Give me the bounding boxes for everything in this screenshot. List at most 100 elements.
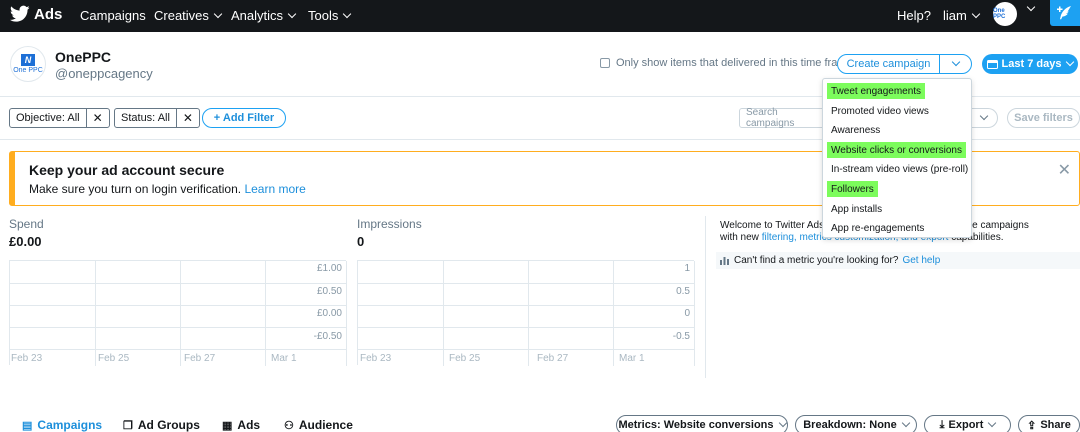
- gridline: [265, 261, 266, 366]
- menu-item-awareness[interactable]: Awareness: [827, 122, 884, 138]
- welcome-line2-prefix: with new: [720, 232, 759, 243]
- nav-tools-label: Tools: [308, 8, 339, 23]
- chevron-down-icon: [1066, 57, 1075, 67]
- y-tick: 0.5: [676, 286, 690, 297]
- get-help-link[interactable]: Get help: [902, 255, 940, 266]
- create-campaign-button[interactable]: Create campaign: [837, 54, 940, 74]
- chevron-down-icon: [988, 418, 997, 428]
- tab-audience[interactable]: ⚇ Audience: [284, 418, 353, 432]
- learn-more-link[interactable]: Learn more: [244, 182, 305, 196]
- chevron-down-icon: [979, 111, 988, 121]
- y-tick: 1: [684, 263, 690, 274]
- y-tick: 0: [684, 308, 690, 319]
- impressions-value: 0: [357, 234, 365, 249]
- gridline: [358, 327, 695, 328]
- account-logo: N One PPC: [10, 46, 46, 82]
- filtering-link[interactable]: filtering,: [762, 232, 797, 243]
- chevron-down-icon: [213, 9, 223, 18]
- only-show-delivered-toggle[interactable]: Only show items that delivered in this t…: [600, 57, 853, 69]
- nav-help[interactable]: Help?: [897, 8, 931, 23]
- metrics-selector[interactable]: Metrics: Website conversions: [616, 415, 788, 432]
- x-tick: Feb 23: [360, 353, 392, 364]
- nav-analytics[interactable]: Analytics: [231, 8, 297, 23]
- chevron-down-icon: [1026, 2, 1036, 12]
- nav-tools[interactable]: Tools: [308, 8, 352, 23]
- tab-campaigns[interactable]: ▤ Campaigns: [22, 418, 102, 432]
- close-icon[interactable]: ✕: [1058, 160, 1071, 180]
- nav-campaigns[interactable]: Campaigns: [80, 8, 146, 23]
- nav-campaigns-label: Campaigns: [80, 8, 146, 23]
- spend-label: Spend: [9, 217, 44, 231]
- ad-groups-icon: ❐: [123, 419, 133, 432]
- twitter-bird-icon: [10, 5, 30, 22]
- menu-item-app-reengagements[interactable]: App re-engagements: [827, 220, 928, 236]
- breakdown-selector-label: Breakdown: None: [803, 419, 897, 431]
- metric-help-text: Can't find a metric you're looking for?: [734, 255, 899, 266]
- tab-ads[interactable]: ▦ Ads: [222, 418, 260, 432]
- chevron-down-icon: [971, 9, 981, 18]
- chevron-down-icon: [901, 418, 910, 428]
- panel-divider: [705, 216, 706, 378]
- gridline: [95, 261, 96, 366]
- gridline: [358, 305, 695, 306]
- feather-compose-icon: [1057, 6, 1071, 20]
- search-input[interactable]: Search campaigns: [739, 107, 829, 129]
- y-tick: -£0.50: [313, 331, 342, 342]
- save-filters-button[interactable]: Save filters: [1007, 108, 1080, 128]
- status-filter-chip[interactable]: Status: All ✕: [114, 108, 200, 128]
- nav-analytics-label: Analytics: [231, 8, 284, 23]
- nav-creatives-label: Creatives: [154, 8, 209, 23]
- compose-button[interactable]: [1050, 0, 1080, 26]
- menu-item-instream-video-views[interactable]: In-stream video views (pre-roll): [827, 161, 972, 177]
- checkbox[interactable]: [600, 58, 610, 68]
- add-filter-button[interactable]: + Add Filter: [202, 108, 286, 128]
- account-logo-text: One PPC: [13, 67, 43, 74]
- alert-text: Make sure you turn on login verification…: [29, 182, 306, 196]
- metric-help-bar: Can't find a metric you're looking for? …: [716, 252, 1080, 269]
- avatar-logo-text: One PPC: [993, 8, 1006, 20]
- tab-ad-groups[interactable]: ❐ Ad Groups: [123, 418, 200, 432]
- objective-filter-chip[interactable]: Objective: All ✕: [9, 108, 110, 128]
- share-label: Share: [1040, 419, 1071, 431]
- menu-item-promoted-video-views[interactable]: Promoted video views: [827, 103, 933, 119]
- objective-filter-label: Objective: All: [10, 109, 87, 127]
- gridline: [613, 261, 614, 366]
- brand-logo[interactable]: Ads: [10, 5, 62, 23]
- date-range-button[interactable]: Last 7 days: [982, 54, 1078, 74]
- create-campaign-dropdown-toggle[interactable]: [939, 54, 972, 74]
- menu-item-tweet-engagements[interactable]: Tweet engagements: [827, 83, 926, 99]
- only-show-label: Only show items that delivered in this t…: [616, 57, 853, 69]
- chevron-down-icon: [287, 9, 297, 18]
- ads-icon: ▦: [222, 419, 233, 432]
- gridline: [694, 261, 695, 366]
- nav-user-menu[interactable]: liam: [943, 8, 981, 23]
- chevron-down-icon: [951, 57, 960, 67]
- x-tick: Mar 1: [619, 353, 645, 364]
- close-icon[interactable]: ✕: [87, 111, 109, 125]
- gridline: [10, 327, 347, 328]
- avatar[interactable]: One PPC: [993, 2, 1017, 26]
- menu-item-app-installs[interactable]: App installs: [827, 201, 886, 217]
- alert-title: Keep your ad account secure: [29, 162, 225, 178]
- share-button[interactable]: ⇪ Share: [1018, 415, 1080, 432]
- top-nav: Ads Campaigns Creatives Analytics Tools …: [0, 0, 1080, 32]
- gridline: [346, 261, 347, 366]
- nav-help-label: Help?: [897, 8, 931, 23]
- x-tick: Feb 27: [537, 353, 569, 364]
- search-options-dropdown[interactable]: [970, 108, 998, 128]
- download-icon: ⤓: [939, 418, 945, 431]
- impressions-label: Impressions: [357, 217, 422, 231]
- nav-creatives[interactable]: Creatives: [154, 8, 223, 23]
- account-handle: @oneppcagency: [55, 66, 153, 81]
- x-tick: Feb 27: [184, 353, 216, 364]
- gridline: [10, 305, 347, 306]
- nav-user-label: liam: [943, 8, 967, 23]
- menu-item-website-clicks[interactable]: Website clicks or conversions: [827, 142, 966, 158]
- breakdown-selector[interactable]: Breakdown: None: [795, 415, 917, 432]
- account-logo-mark: N: [21, 54, 35, 66]
- menu-item-followers[interactable]: Followers: [827, 181, 878, 197]
- gridline: [358, 349, 695, 350]
- export-button[interactable]: ⤓ Export: [924, 415, 1011, 432]
- avatar-menu-toggle[interactable]: [1022, 2, 1036, 12]
- close-icon[interactable]: ✕: [177, 111, 199, 125]
